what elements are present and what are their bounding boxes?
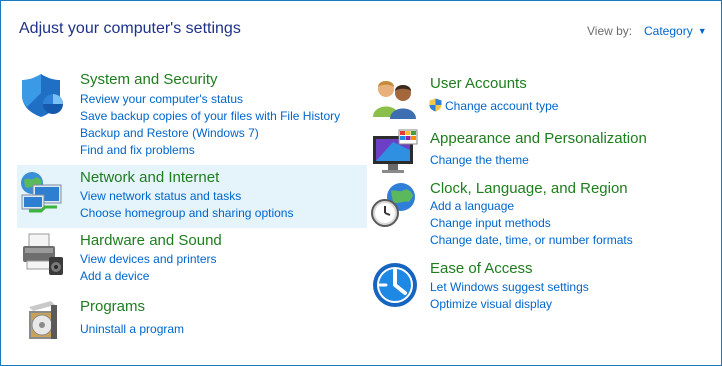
monitor-palette-icon xyxy=(373,129,418,173)
category-appearance: Appearance and Personalization Change th… xyxy=(369,125,709,175)
link-homegroup[interactable]: Choose homegroup and sharing options xyxy=(80,206,293,220)
programs-disc-icon xyxy=(29,301,57,339)
link-add-device[interactable]: Add a device xyxy=(80,269,149,283)
category-ease-of-access: Ease of Access Let Windows suggest setti… xyxy=(369,257,709,315)
users-icon xyxy=(373,81,416,119)
category-heading[interactable]: User Accounts xyxy=(430,75,527,92)
view-by-label: View by: xyxy=(587,24,633,38)
category-heading[interactable]: Network and Internet xyxy=(80,169,219,186)
link-backup-restore[interactable]: Backup and Restore (Windows 7) xyxy=(80,126,259,140)
category-user-accounts: User Accounts Change account type xyxy=(369,71,709,121)
link-date-time-formats[interactable]: Change date, time, or number formats xyxy=(430,233,633,247)
link-change-account-type[interactable]: Change account type xyxy=(445,99,558,113)
uac-shield-icon xyxy=(429,98,442,112)
view-by-value: Category xyxy=(644,24,693,38)
clock-globe-icon xyxy=(371,183,415,227)
ease-of-access-icon xyxy=(373,263,417,307)
category-heading[interactable]: Appearance and Personalization xyxy=(430,130,647,147)
link-change-theme[interactable]: Change the theme xyxy=(430,153,529,167)
view-by-dropdown[interactable]: Category ▼ xyxy=(644,24,707,38)
page-title: Adjust your computer's settings xyxy=(19,20,241,37)
category-clock-language-region: Clock, Language, and Region Add a langua… xyxy=(369,177,709,253)
category-programs: Programs Uninstall a program xyxy=(17,295,367,343)
link-file-history[interactable]: Save backup copies of your files with Fi… xyxy=(80,109,340,123)
category-hardware-sound: Hardware and Sound View devices and prin… xyxy=(17,229,367,285)
category-heading[interactable]: Programs xyxy=(80,298,145,315)
shield-icon xyxy=(22,74,63,117)
link-input-methods[interactable]: Change input methods xyxy=(430,216,551,230)
change-account-type-row: Change account type xyxy=(429,97,558,115)
link-optimize-display[interactable]: Optimize visual display xyxy=(430,297,552,311)
link-network-status[interactable]: View network status and tasks xyxy=(80,189,241,203)
link-add-language[interactable]: Add a language xyxy=(430,199,514,213)
link-find-fix[interactable]: Find and fix problems xyxy=(80,143,195,157)
link-windows-suggest[interactable]: Let Windows suggest settings xyxy=(430,280,589,294)
chevron-down-icon: ▼ xyxy=(697,26,707,36)
link-devices-printers[interactable]: View devices and printers xyxy=(80,252,217,266)
category-network-internet: Network and Internet View network status… xyxy=(17,165,367,228)
link-review-status[interactable]: Review your computer's status xyxy=(80,92,243,106)
link-uninstall-program[interactable]: Uninstall a program xyxy=(80,322,184,336)
control-panel-window: Adjust your computer's settings View by:… xyxy=(0,0,722,366)
category-heading[interactable]: System and Security xyxy=(80,71,218,88)
network-globe-icon xyxy=(21,172,62,213)
printer-icon xyxy=(23,233,63,275)
category-heading[interactable]: Clock, Language, and Region xyxy=(430,180,628,197)
category-heading[interactable]: Hardware and Sound xyxy=(80,232,222,249)
category-system-security: System and Security Review your computer… xyxy=(17,67,367,162)
category-heading[interactable]: Ease of Access xyxy=(430,260,533,277)
